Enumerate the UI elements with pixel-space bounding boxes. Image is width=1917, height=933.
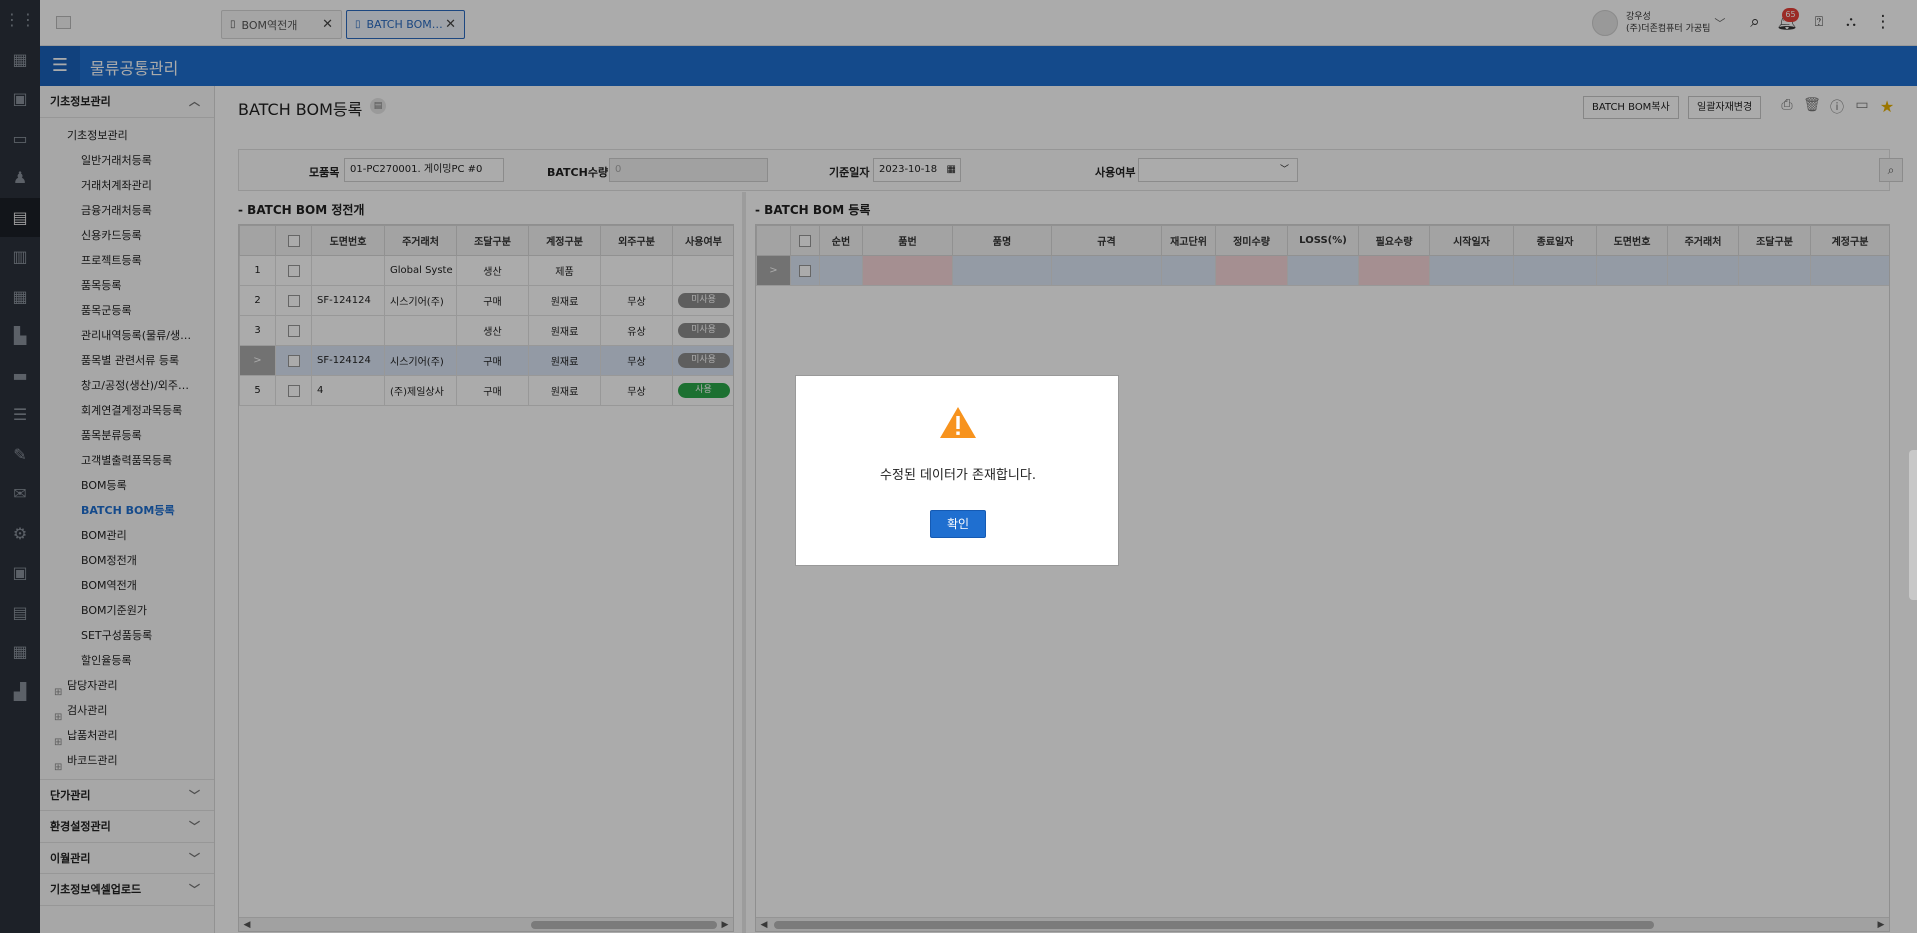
side-panel-handle[interactable] [1909,450,1917,600]
confirm-dialog: 수정된 데이터가 존재합니다. 확인 [795,375,1119,566]
warning-icon [940,407,976,438]
dialog-message: 수정된 데이터가 존재합니다. [880,468,1036,483]
confirm-button[interactable]: 확인 [930,510,986,538]
